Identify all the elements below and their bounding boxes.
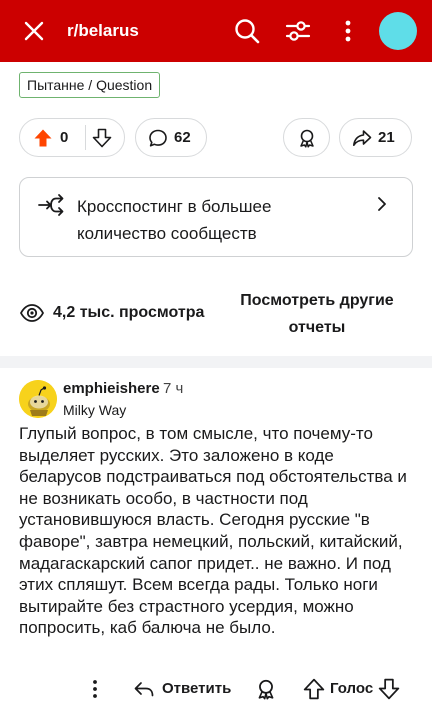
search-icon[interactable] bbox=[233, 17, 261, 45]
snoo-avatar-icon bbox=[19, 380, 57, 418]
crosspost-icon bbox=[38, 194, 64, 216]
views-count: 4,2 тыс. просмотра bbox=[53, 304, 205, 321]
share-arrow-icon bbox=[353, 130, 372, 146]
subreddit-title[interactable]: r/belarus bbox=[67, 19, 139, 43]
share-button[interactable]: 21 bbox=[339, 118, 412, 157]
vote-count: 0 bbox=[60, 129, 69, 146]
views-eye-icon bbox=[19, 304, 45, 322]
crosspost-text: Кросспостинг в большее количество сообще… bbox=[77, 197, 272, 243]
vote-divider bbox=[85, 125, 86, 150]
view-more-reports-link[interactable]: Посмотреть другие отчеты bbox=[222, 287, 412, 341]
award-button[interactable] bbox=[283, 118, 330, 157]
comments-button[interactable]: 62 bbox=[135, 118, 207, 157]
share-count: 21 bbox=[378, 129, 395, 146]
comment-author[interactable]: emphieishere bbox=[63, 379, 160, 399]
comment-action-bar: Ответить Голос bbox=[0, 672, 432, 706]
vote-pill: 0 bbox=[19, 118, 125, 157]
reply-button[interactable]: Ответить bbox=[162, 672, 231, 706]
top-bar: r/belarus bbox=[0, 0, 432, 62]
commenter-avatar[interactable] bbox=[19, 380, 57, 418]
close-icon[interactable] bbox=[22, 19, 46, 43]
chevron-right-icon bbox=[378, 197, 386, 211]
user-avatar[interactable] bbox=[379, 12, 417, 50]
comment-vote-label: Голос bbox=[330, 680, 374, 697]
downvote-icon[interactable] bbox=[92, 128, 112, 148]
comment-upvote-icon[interactable] bbox=[303, 678, 325, 700]
user-flair: Milky Way bbox=[63, 402, 127, 418]
section-divider bbox=[0, 356, 432, 368]
comment-downvote-icon[interactable] bbox=[378, 678, 400, 700]
upvote-icon[interactable] bbox=[33, 128, 53, 148]
comment-body: Глупый вопрос, в том смысле, что почему-… bbox=[19, 424, 407, 638]
crosspost-card[interactable]: Кросспостинг в большее количество сообще… bbox=[19, 177, 413, 257]
post-flair[interactable]: Пытанне / Question bbox=[19, 72, 161, 98]
comment-more-icon[interactable] bbox=[88, 677, 102, 701]
filter-settings-icon[interactable] bbox=[284, 17, 312, 45]
comment: emphieishere 7 ч Milky Way Глупый вопрос… bbox=[0, 368, 432, 709]
comment-bubble-icon bbox=[149, 129, 167, 147]
reply-arrow-icon[interactable] bbox=[133, 678, 155, 700]
comment-award-icon[interactable] bbox=[255, 678, 277, 700]
award-icon bbox=[300, 129, 314, 148]
comment-count: 62 bbox=[174, 129, 191, 146]
more-options-icon[interactable] bbox=[334, 17, 362, 45]
comment-time: 7 ч bbox=[163, 380, 184, 397]
